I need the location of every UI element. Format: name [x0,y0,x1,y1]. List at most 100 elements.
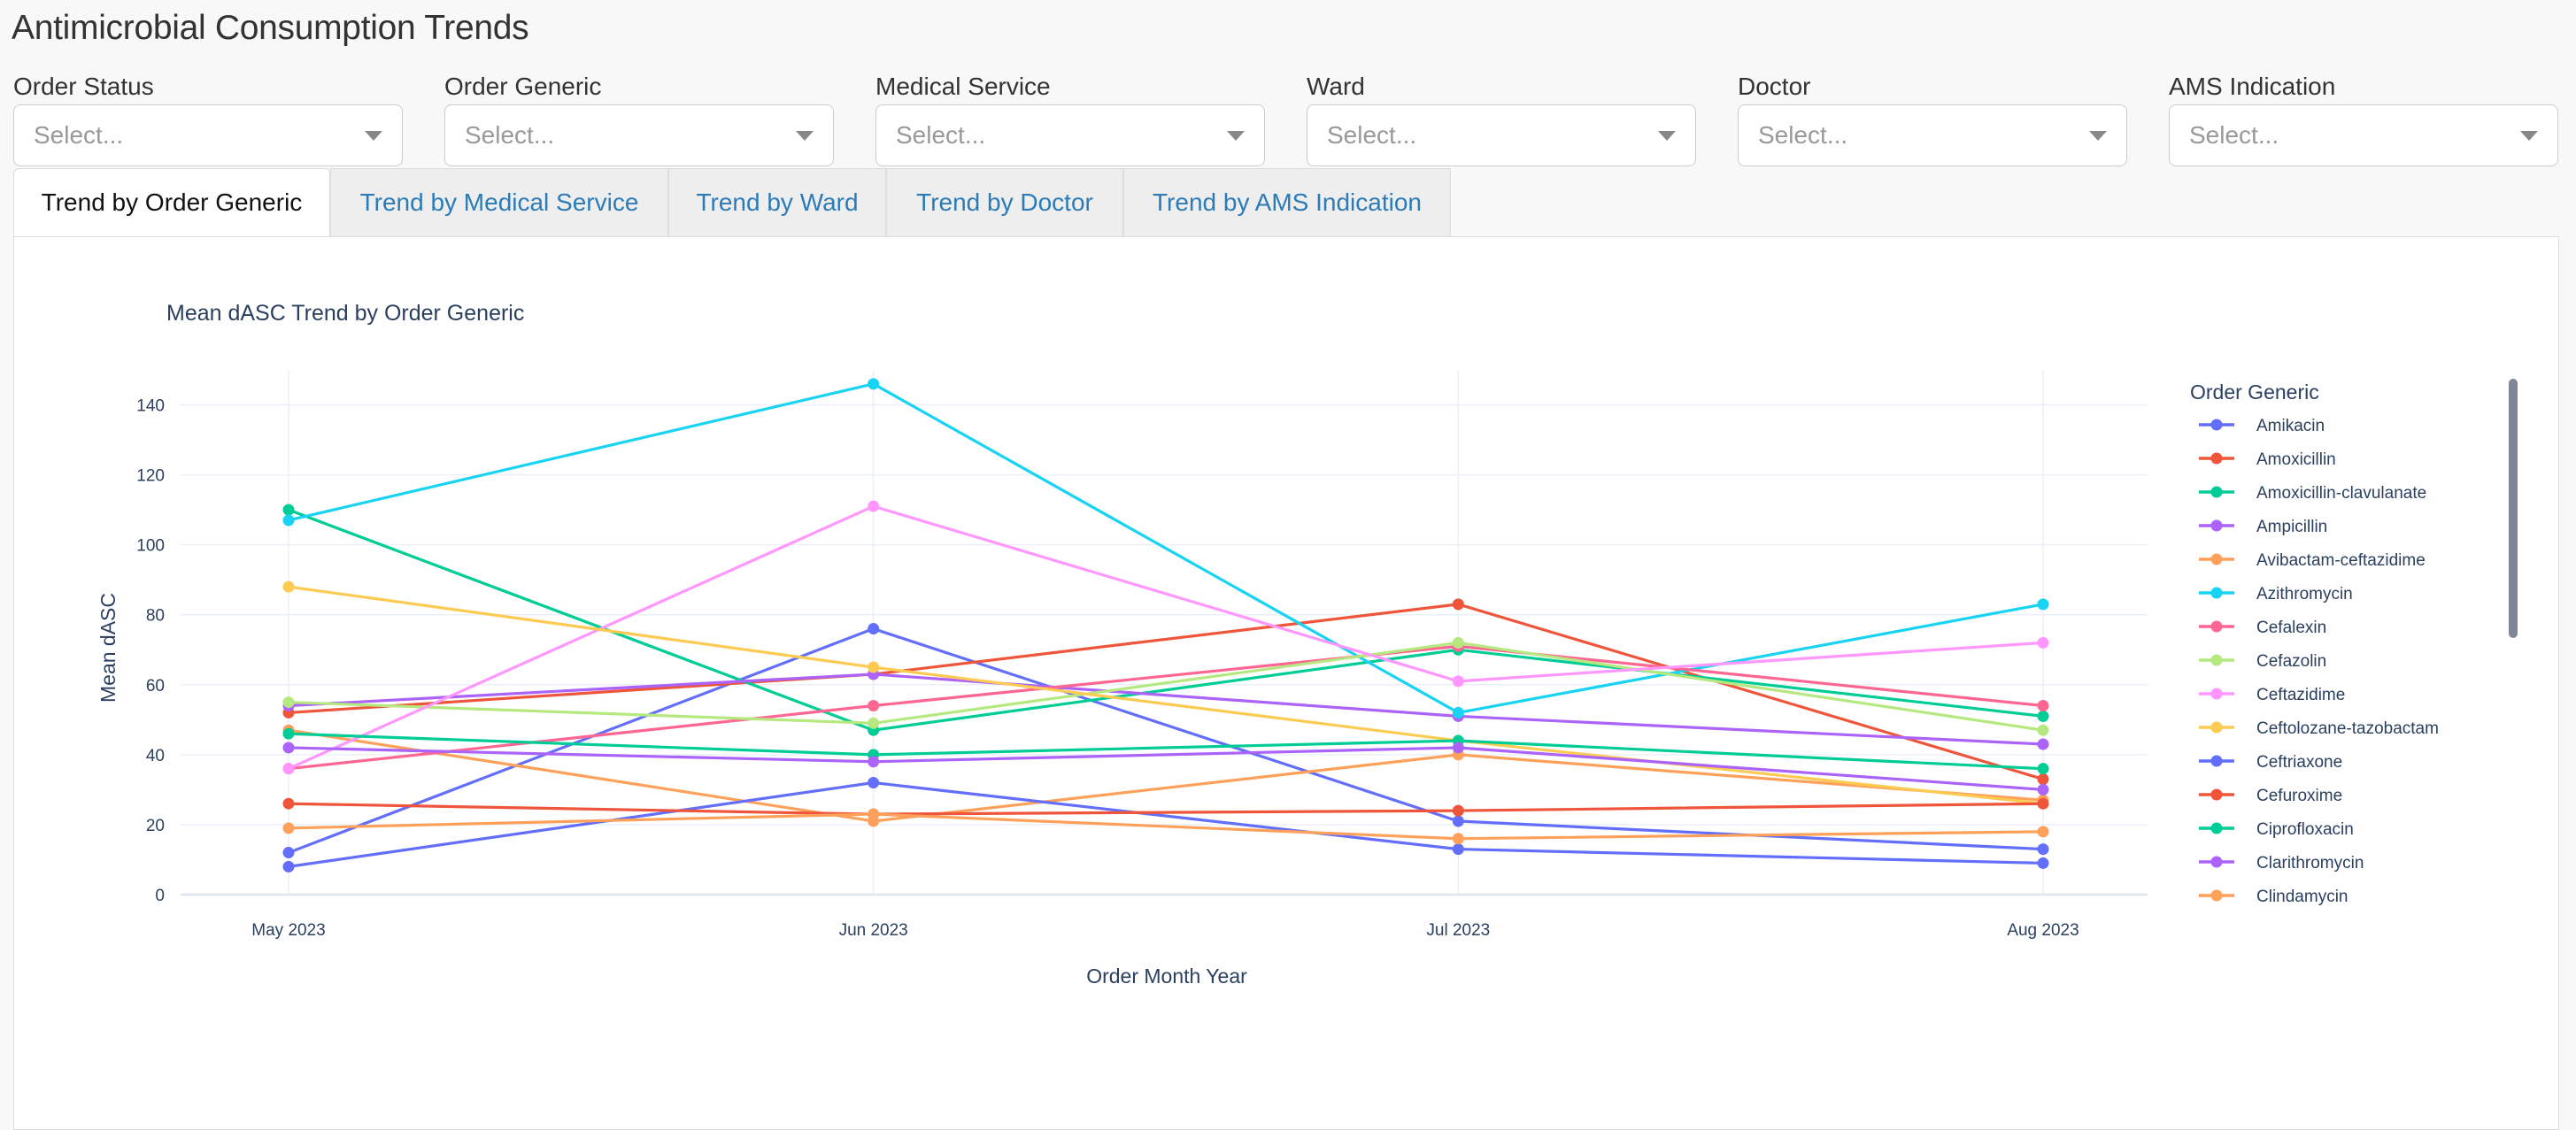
data-point[interactable] [2037,598,2049,611]
data-point[interactable] [1452,675,1464,688]
series-line[interactable] [288,746,2044,791]
tab-trend-by-ward[interactable]: Trend by Ward [668,168,886,237]
legend-item[interactable]: Avibactam-ceftazidime [2199,551,2426,570]
data-point[interactable] [868,700,880,712]
data-point[interactable] [2037,738,2049,750]
data-point[interactable] [282,514,295,527]
order-generic-select[interactable]: Select... [444,104,834,166]
series-line[interactable] [288,644,2044,771]
data-point[interactable] [868,808,880,820]
legend-item[interactable]: Clarithromycin [2199,854,2364,872]
data-point[interactable] [868,776,880,788]
filter-label: Medical Service [875,73,1051,100]
data-point[interactable] [868,500,880,512]
data-point[interactable] [282,696,295,709]
data-point[interactable] [1452,742,1464,754]
caret-down-icon[interactable] [365,131,382,141]
caret-down-icon[interactable] [796,131,814,141]
data-point[interactable] [282,742,295,754]
data-point[interactable] [2037,857,2049,869]
data-point[interactable] [868,623,880,635]
data-point[interactable] [282,580,295,593]
ward-select[interactable]: Select... [1307,104,1696,166]
legend-item[interactable]: Ceftazidime [2199,686,2345,704]
legend-item[interactable]: Amoxicillin-clavulanate [2199,484,2426,503]
legend-item[interactable]: Amoxicillin [2199,450,2336,469]
y-axis-title: Mean dASC [96,593,120,703]
medical-service-select[interactable]: Select... [875,104,1265,166]
data-point[interactable] [868,661,880,673]
y-tick-label: 0 [155,887,165,905]
tab-trend-by-doctor[interactable]: Trend by Doctor [886,168,1123,237]
data-point[interactable] [2037,763,2049,775]
series-line[interactable] [288,812,2044,841]
data-point[interactable] [2037,783,2049,796]
legend-swatch-marker [2210,856,2223,868]
caret-down-icon[interactable] [1658,131,1676,141]
caret-down-icon[interactable] [2520,131,2538,141]
data-point[interactable] [1452,833,1464,845]
data-point[interactable] [282,504,295,516]
data-point[interactable] [868,717,880,729]
caret-down-icon[interactable] [1227,131,1245,141]
legend-swatch-marker [2210,721,2223,734]
series-ciprofloxacin [282,727,2049,775]
legend-item[interactable]: Amikacin [2199,417,2325,435]
data-point[interactable] [282,860,295,872]
legend-item[interactable]: Ceftriaxone [2199,753,2342,772]
legend-item[interactable]: Clindamycin [2199,888,2348,906]
data-point[interactable] [2037,636,2049,649]
data-point[interactable] [1452,598,1464,611]
legend-item[interactable]: Ciprofloxacin [2199,820,2354,839]
doctor-select[interactable]: Select... [1738,104,2127,166]
series-line[interactable] [288,508,2044,732]
legend-swatch-marker [2210,654,2223,666]
data-point[interactable] [2037,826,2049,838]
trend-line-chart[interactable]: May 2023 Jun 2023 Jul 2023 Aug 2023 0 20 40 60 8… [14,237,2558,1069]
legend-item[interactable]: Ampicillin [2199,518,2327,536]
data-point[interactable] [1452,815,1464,827]
tab-trend-by-ams-indication[interactable]: Trend by AMS Indication [1123,168,1451,237]
legend-swatch-marker [2210,452,2223,465]
series-line[interactable] [288,802,2044,816]
caret-down-icon[interactable] [2089,131,2107,141]
data-point[interactable] [282,763,295,775]
series-line[interactable] [288,382,2044,715]
data-point[interactable] [2037,797,2049,810]
data-point[interactable] [282,847,295,859]
data-point[interactable] [282,797,295,810]
legend-swatch-marker [2210,688,2223,700]
data-point[interactable] [282,727,295,740]
data-point[interactable] [2037,700,2049,712]
legend-label: Amikacin [2256,417,2325,435]
ams-indication-select[interactable]: Select... [2169,104,2558,166]
tab-trend-by-medical-service[interactable]: Trend by Medical Service [330,168,668,237]
series-layer [282,378,2049,872]
data-point[interactable] [868,756,880,768]
x-tick-label: May 2023 [251,921,325,940]
data-point[interactable] [2037,843,2049,856]
data-point[interactable] [2037,724,2049,736]
series-line[interactable] [288,504,2044,771]
x-tick-label: Jul 2023 [1426,921,1490,940]
data-point[interactable] [282,822,295,834]
legend-item[interactable]: Cefuroxime [2199,787,2342,805]
data-point[interactable] [1452,636,1464,649]
data-point[interactable] [2037,773,2049,786]
data-point[interactable] [1452,843,1464,856]
filter-ward: Ward Select... [1307,71,1696,166]
legend-item[interactable]: Cefazolin [2199,652,2326,671]
legend-item[interactable]: Cefalexin [2199,619,2326,637]
data-point[interactable] [868,378,880,390]
page-title: Antimicrobial Consumption Trends [12,9,529,47]
data-point[interactable] [1452,706,1464,719]
legend-scrollbar[interactable] [2509,379,2518,638]
order-status-select[interactable]: Select... [13,104,403,166]
data-point[interactable] [1452,804,1464,817]
filter-label: Doctor [1738,73,1811,100]
y-tick-label: 20 [146,817,165,835]
tab-trend-by-order-generic[interactable]: Trend by Order Generic [13,168,330,237]
legend-item[interactable]: Azithromycin [2199,585,2353,603]
data-point[interactable] [2037,710,2049,722]
legend-item[interactable]: Ceftolozane-tazobactam [2199,719,2439,738]
